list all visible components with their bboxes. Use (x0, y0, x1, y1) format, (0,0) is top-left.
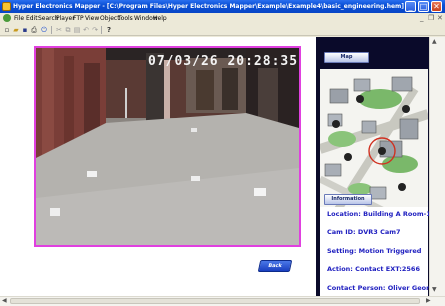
cut-icon[interactable]: ✂ (55, 26, 63, 34)
menu-tools[interactable]: Tools (118, 14, 133, 23)
campus-map-graphic (320, 69, 428, 214)
info-contact-person: Contact Person: Oliver George (327, 284, 439, 292)
information-header[interactable]: Information (324, 194, 372, 205)
scroll-left-icon[interactable]: ◀ (2, 297, 7, 304)
menu-player[interactable]: Player (56, 14, 75, 23)
scroll-right-icon[interactable]: ▶ (426, 297, 431, 304)
horizontal-scroll-thumb[interactable] (10, 298, 420, 304)
document-icon[interactable] (3, 14, 11, 22)
menu-ftp[interactable]: FTP (73, 14, 84, 23)
app-icon (2, 2, 11, 11)
menu-object[interactable]: Object (100, 14, 120, 23)
camera-scene (36, 48, 299, 245)
camera-feed[interactable]: 07/03/26 20:28:35 (34, 46, 301, 247)
minimize-button[interactable]: _ (405, 1, 416, 12)
power-icon[interactable]: ⏻ (40, 26, 48, 34)
copy-icon[interactable]: ⧉ (64, 26, 72, 34)
open-icon[interactable]: ▰ (12, 26, 20, 34)
toolbar-separator (51, 26, 52, 34)
new-icon[interactable]: ▫ (3, 26, 11, 34)
scroll-down-icon[interactable]: ▼ (432, 286, 437, 293)
redo-icon[interactable]: ↷ (91, 26, 99, 34)
toolbar: ▫ ▰ ▪ ⎙ ⏻ ✂ ⧉ ▤ ↶ ↷ ? (0, 24, 445, 36)
vertical-scrollbar[interactable] (429, 37, 445, 296)
mdi-restore-button[interactable]: ❐ (428, 14, 434, 23)
close-button[interactable]: ✕ (431, 1, 442, 12)
camera-timestamp: 07/03/26 20:28:35 (148, 54, 299, 69)
menu-help[interactable]: Help (153, 14, 167, 23)
mini-map[interactable] (320, 69, 428, 214)
mdi-minimize-button[interactable]: _ (420, 14, 424, 23)
info-location: Location: Building A Room-185 (327, 210, 440, 218)
menu-bar: File Edit Search Player FTP View Object … (0, 13, 445, 24)
menu-edit[interactable]: Edit (26, 14, 38, 23)
paste-icon[interactable]: ▤ (73, 26, 81, 34)
window-title: Hyper Electronics Mapper - [C:\Program F… (13, 3, 405, 10)
app-window: Hyper Electronics Mapper - [C:\Program F… (0, 0, 445, 306)
information-box: Location: Building A Room-185 Cam ID: DV… (320, 207, 440, 296)
workspace: 07/03/26 20:28:35 Back Map Information L… (0, 37, 445, 296)
info-setting: Setting: Motion Triggered (327, 247, 422, 255)
mdi-close-button[interactable]: ✕ (437, 14, 443, 23)
maximize-button[interactable]: □ (418, 1, 429, 12)
map-header[interactable]: Map (324, 52, 369, 63)
undo-icon[interactable]: ↶ (82, 26, 90, 34)
title-bar[interactable]: Hyper Electronics Mapper - [C:\Program F… (0, 0, 445, 13)
info-action: Action: Contact EXT:2566 (327, 265, 420, 273)
print-icon[interactable]: ⎙ (30, 26, 38, 34)
save-icon[interactable]: ▪ (21, 26, 29, 34)
info-cam-id: Cam ID: DVR3 Cam7 (327, 228, 401, 236)
menu-view[interactable]: View (85, 14, 99, 23)
menu-file[interactable]: File (14, 14, 24, 23)
help-icon[interactable]: ? (105, 26, 113, 34)
back-button[interactable]: Back (257, 260, 293, 272)
scroll-up-icon[interactable]: ▲ (432, 38, 437, 45)
toolbar-separator (101, 26, 102, 34)
